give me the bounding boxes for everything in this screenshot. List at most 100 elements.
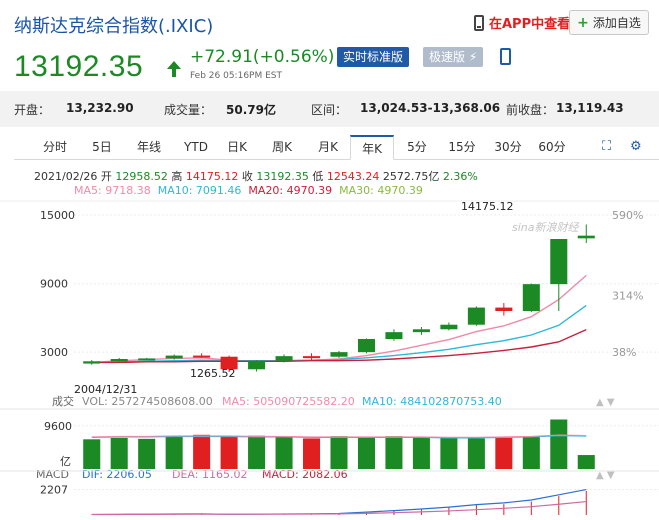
volume-tick-label: 9600 <box>44 420 72 433</box>
ohlc-pct: 2.36% <box>442 170 478 183</box>
realtime-standard-tag[interactable]: 实时标准版 <box>337 47 410 67</box>
max-price-label: 14175.12 <box>461 200 514 213</box>
volume-bar <box>385 436 403 469</box>
prev-close-label: 前收盘： <box>506 103 555 117</box>
plus-icon: + <box>577 14 589 31</box>
open-in-app-link[interactable]: 在APP中查看 <box>474 13 570 32</box>
fast-version-tag[interactable]: 极速版 ⚡ <box>423 47 484 67</box>
tab-weekly-k[interactable]: 周K <box>264 135 300 160</box>
volume-bar <box>357 437 375 469</box>
volume-label: 成交量： <box>164 103 213 117</box>
candle-body <box>467 307 485 325</box>
chart-labels: 14175.12 1265.52 2004/12/31 <box>74 200 514 396</box>
mobile-icon[interactable] <box>500 48 511 65</box>
tab-ytd[interactable]: YTD <box>176 135 216 160</box>
right-tick-label: 38% <box>612 346 636 359</box>
tab-5min[interactable]: 5分 <box>400 135 434 160</box>
prev-close-value: 13,119.43 <box>556 101 624 115</box>
ma-lines <box>91 274 587 364</box>
range-value: 13,024.53-13,368.06 <box>360 101 501 115</box>
volume-bars: 9600 亿 <box>0 408 659 469</box>
volume-bar <box>412 437 430 469</box>
y-tick-label: 15000 <box>40 209 75 222</box>
watermark: sina新浪财经 <box>512 221 579 234</box>
tab-intraday[interactable]: 分时 <box>38 135 72 160</box>
vol-value: VOL: 257274508608.00 <box>82 395 213 408</box>
macd-dif: DIF: 2206.05 <box>82 468 152 481</box>
volume-section-label: 成交 <box>52 394 74 408</box>
ohlc-close: 13192.35 <box>256 170 309 183</box>
tab-60min[interactable]: 60分 <box>534 135 570 160</box>
open-value: 13,232.90 <box>66 101 134 115</box>
add-watchlist-button[interactable]: + 添加自选 <box>569 10 649 35</box>
volume-bar <box>440 437 458 469</box>
phone-icon <box>474 14 484 31</box>
volume-header: 成交 VOL: 257274508608.00 MA5: 50509072558… <box>52 394 615 408</box>
tab-daily-k[interactable]: 日K <box>220 135 254 160</box>
volume-bar <box>522 437 540 469</box>
low-label: 低 <box>312 170 324 183</box>
min-price-label: 1265.52 <box>190 367 236 380</box>
tab-30min[interactable]: 30分 <box>490 135 526 160</box>
current-price: 13192.35 <box>14 50 144 83</box>
volume-bar <box>275 436 293 469</box>
volume-bar <box>550 419 568 469</box>
volume-value: 50.79亿 <box>226 103 276 117</box>
tab-year-line[interactable]: 年线 <box>131 135 167 160</box>
volume-unit-label: 亿 <box>60 455 71 468</box>
candle-body <box>412 329 430 333</box>
tab-5day[interactable]: 5日 <box>86 135 118 160</box>
ohlc-date: 2021/02/26 <box>34 170 98 183</box>
tab-yearly-k[interactable]: 年K <box>350 135 394 160</box>
open-label: 开 <box>100 170 112 183</box>
y-tick-label: 3000 <box>40 346 68 359</box>
tab-15min[interactable]: 15分 <box>444 135 480 160</box>
volume-bar <box>577 455 595 469</box>
candle-body <box>165 355 183 359</box>
volume-bar <box>303 438 321 469</box>
ohlc-readout: 2021/02/26 开 12958.52 高 14175.12 收 13192… <box>34 168 478 184</box>
quote-stats-bar: 开盘： 13,232.90 成交量： 50.79亿 区间： 13,024.53-… <box>0 91 659 127</box>
fullscreen-icon[interactable]: ⛶ <box>602 139 611 154</box>
volume-bar <box>193 434 211 469</box>
volume-bar <box>138 438 156 469</box>
candlestick-chart[interactable]: 15000 590% 9000 314% 3000 38% sina新浪财经 14175.… <box>0 195 659 520</box>
vol-ma5: MA5: 505090725582.20 <box>222 395 355 408</box>
volume-bar <box>330 436 348 469</box>
macd-value: MACD: 2082.06 <box>262 468 348 481</box>
tab-monthly-k[interactable]: 月K <box>310 135 346 160</box>
ohlc-low: 12543.24 <box>326 170 380 183</box>
macd-tick-label: 2207 <box>40 484 68 497</box>
fast-version-label: 极速版 <box>429 50 466 64</box>
right-tick-label: 314% <box>612 290 643 303</box>
candle-body <box>83 361 101 364</box>
settings-icon[interactable]: ⚙ <box>630 139 642 154</box>
candle-body <box>303 356 321 359</box>
volume-bar <box>110 437 128 469</box>
macd-section-label: MACD <box>36 468 69 481</box>
y-tick-label: 9000 <box>40 278 68 291</box>
open-label: 开盘： <box>14 103 51 117</box>
candle-body <box>495 307 513 311</box>
candle-body <box>248 360 266 370</box>
candle-body <box>440 324 458 330</box>
macd-collapse-icon: ▲ ▼ <box>596 470 615 481</box>
ohlc-high: 14175.12 <box>185 170 239 183</box>
candle-body <box>385 332 403 339</box>
candle-body <box>357 339 375 353</box>
candle-body <box>577 235 595 239</box>
macd-header: MACD DIF: 2206.05 DEA: 1165.02 MACD: 208… <box>36 468 615 481</box>
candles <box>83 224 595 372</box>
period-tabs: 分时 5日 年线 YTD 日K 周K 月K 年K 5分 15分 30分 60分 … <box>14 135 659 160</box>
candle-body <box>193 355 211 358</box>
candle-body <box>330 352 348 357</box>
vol-collapse-icon: ▲ ▼ <box>596 397 615 408</box>
macd-dea: DEA: 1165.02 <box>172 468 247 481</box>
volume-bar <box>495 437 513 469</box>
candle-body <box>550 239 568 285</box>
candle-body <box>522 284 540 311</box>
price-change: +72.91(+0.56%) <box>190 47 335 67</box>
vol-ma10: MA10: 484102870753.40 <box>362 395 502 408</box>
volume-bar <box>83 439 101 469</box>
price-timestamp: Feb 26 05:16PM EST <box>190 71 282 81</box>
